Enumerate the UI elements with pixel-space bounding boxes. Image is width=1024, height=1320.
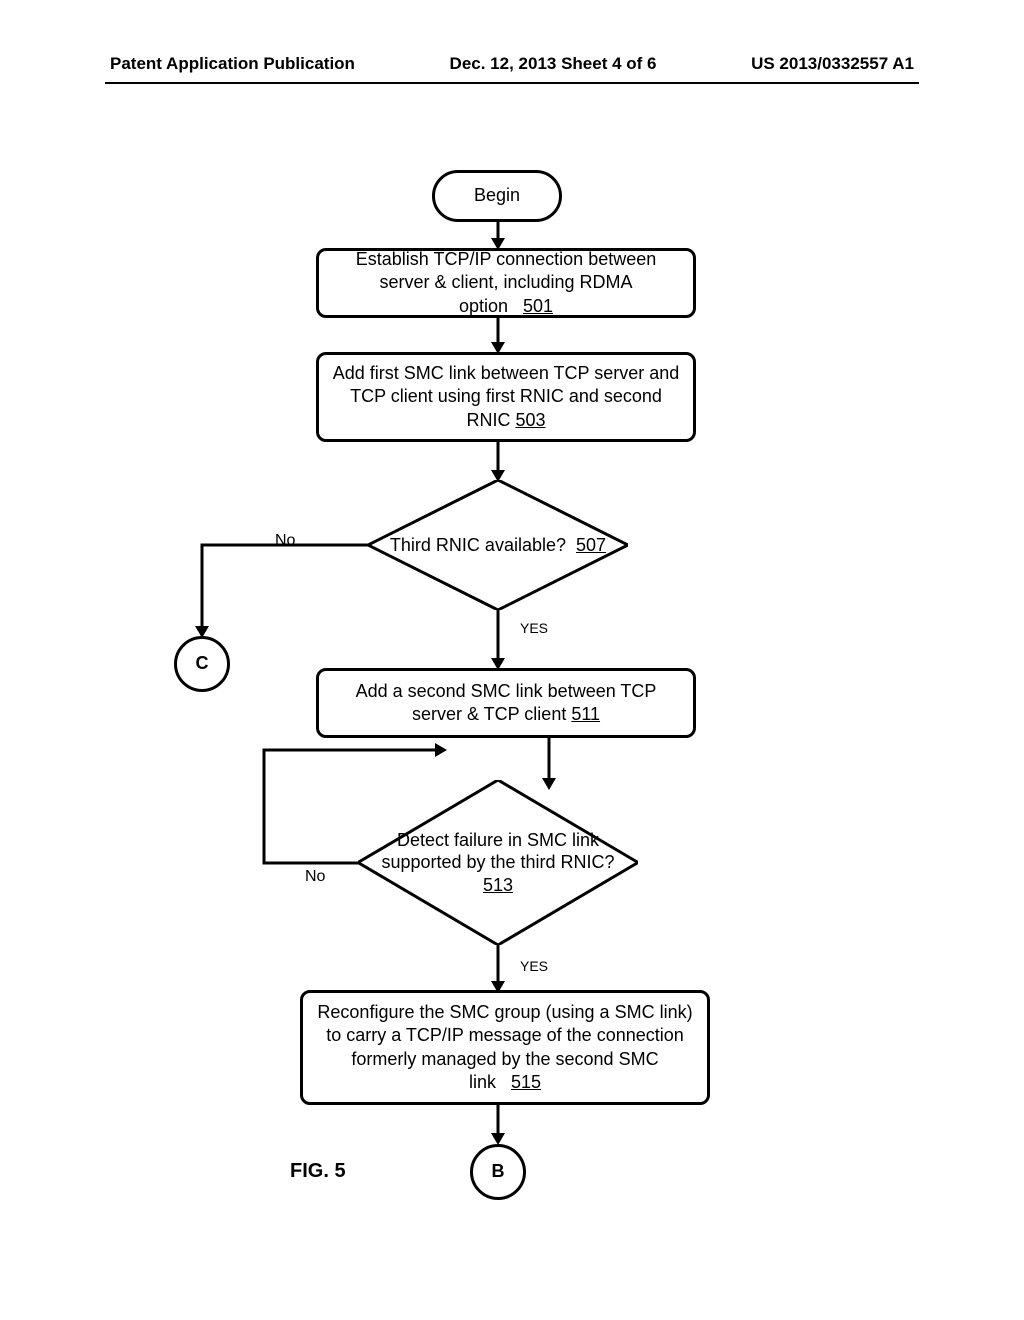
step-503-text: Add first SMC link between TCP server an… xyxy=(331,362,681,432)
step-511-text: Add a second SMC link between TCP server… xyxy=(331,680,681,727)
arrow-515-b xyxy=(497,1105,499,1145)
step-515: Reconfigure the SMC group (using a SMC l… xyxy=(300,990,710,1105)
begin-terminator: Begin xyxy=(432,170,562,222)
decision-513-text: Detect failure in SMC link supported by … xyxy=(358,829,638,897)
header-right: US 2013/0332557 A1 xyxy=(751,54,914,74)
header-divider xyxy=(105,82,919,84)
figure-label: FIG. 5 xyxy=(290,1160,346,1183)
step-515-text: Reconfigure the SMC group (using a SMC l… xyxy=(315,1001,695,1095)
step-503: Add first SMC link between TCP server an… xyxy=(316,352,696,442)
step-511: Add a second SMC link between TCP server… xyxy=(316,668,696,738)
header-center: Dec. 12, 2013 Sheet 4 of 6 xyxy=(450,54,657,74)
decision-507-text: Third RNIC available? 507 xyxy=(380,534,616,557)
arrow-507-c xyxy=(200,543,370,643)
connector-c: C xyxy=(174,636,230,692)
arrow-513-515 xyxy=(497,945,499,993)
connector-b-label: B xyxy=(492,1160,505,1183)
label-yes-507: YES xyxy=(520,620,548,636)
arrow-507-511 xyxy=(497,610,499,670)
step-501-text: Establish TCP/IP connection between serv… xyxy=(331,248,681,318)
header-left: Patent Application Publication xyxy=(110,54,355,74)
label-no-513: No xyxy=(305,868,325,886)
label-yes-513: YES xyxy=(520,958,548,974)
arrow-503-507 xyxy=(497,442,499,482)
flowchart-canvas: Begin Establish TCP/IP connection betwee… xyxy=(0,120,1024,1270)
connector-c-label: C xyxy=(196,652,209,675)
step-501: Establish TCP/IP connection between serv… xyxy=(316,248,696,318)
arrow-begin-501 xyxy=(497,222,499,250)
begin-label: Begin xyxy=(474,184,520,207)
arrow-501-503 xyxy=(497,318,499,354)
decision-507: Third RNIC available? 507 xyxy=(368,480,628,610)
connector-b: B xyxy=(470,1144,526,1200)
